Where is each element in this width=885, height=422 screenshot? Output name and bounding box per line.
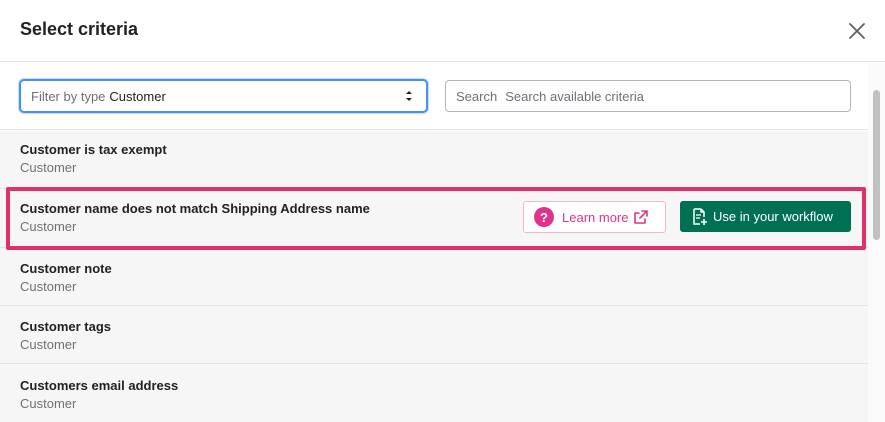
close-icon bbox=[849, 23, 865, 39]
filter-value: Customer bbox=[109, 88, 166, 104]
criteria-type: Customer bbox=[20, 160, 77, 175]
list-item[interactable]: Customers email address Customer bbox=[0, 364, 868, 422]
learn-more-button[interactable]: ? Learn more bbox=[523, 201, 666, 233]
list-item[interactable]: Customer tags Customer bbox=[0, 306, 868, 364]
modal-title: Select criteria bbox=[20, 19, 139, 39]
list-item[interactable]: Customer note Customer bbox=[0, 248, 868, 306]
close-button[interactable] bbox=[845, 19, 869, 43]
criteria-list: Customer is tax exempt Customer Customer… bbox=[0, 131, 868, 422]
filter-by-type-select[interactable]: Filter by type Customer bbox=[19, 79, 428, 113]
document-add-icon bbox=[693, 207, 707, 225]
criteria-name: Customer note bbox=[20, 261, 112, 276]
scrollbar-thumb[interactable] bbox=[873, 90, 880, 240]
criteria-type: Customer bbox=[20, 279, 77, 294]
question-circle-icon: ? bbox=[534, 207, 554, 227]
criteria-name: Customers email address bbox=[20, 378, 179, 393]
select-caret-icon bbox=[406, 91, 412, 101]
list-item[interactable]: Customer is tax exempt Customer bbox=[0, 131, 868, 189]
use-in-workflow-button[interactable]: Use in your workflow bbox=[680, 201, 851, 232]
search-input[interactable]: Search Search available criteria bbox=[445, 80, 851, 112]
use-in-workflow-label: Use in your workflow bbox=[713, 209, 833, 224]
learn-more-label: Learn more bbox=[562, 209, 629, 225]
scrollbar[interactable] bbox=[868, 63, 885, 422]
search-placeholder: Search available criteria bbox=[505, 88, 644, 104]
search-prefix: Search bbox=[456, 88, 498, 104]
filter-prefix: Filter by type bbox=[31, 88, 106, 104]
select-criteria-modal: Select criteria Filter by type Customer … bbox=[0, 0, 885, 422]
criteria-type: Customer bbox=[20, 337, 77, 352]
filter-bar: Filter by type Customer Search Search av… bbox=[0, 63, 868, 130]
criteria-type: Customer bbox=[20, 219, 77, 234]
criteria-name: Customer name does not match Shipping Ad… bbox=[20, 201, 370, 216]
criteria-name: Customer is tax exempt bbox=[20, 142, 167, 157]
modal-header: Select criteria bbox=[0, 0, 885, 62]
external-link-icon bbox=[634, 210, 649, 224]
criteria-name: Customer tags bbox=[20, 319, 112, 334]
criteria-type: Customer bbox=[20, 396, 77, 411]
